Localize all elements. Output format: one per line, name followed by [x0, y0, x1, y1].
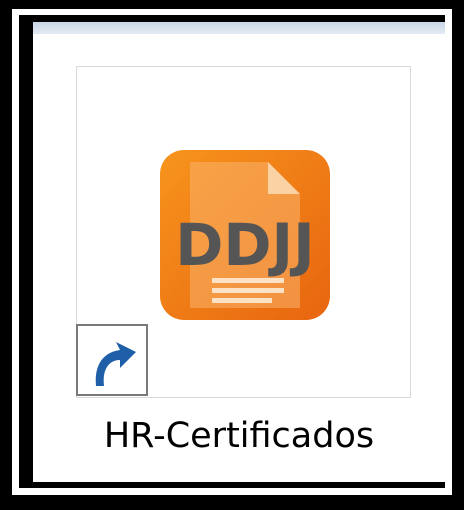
desktop-area: DDJJ HR-Certificados: [33, 22, 445, 482]
shortcut-label[interactable]: HR-Certificados: [33, 416, 445, 456]
shortcut-arrow-icon: [76, 324, 148, 396]
ddjj-document-app-icon[interactable]: DDJJ: [160, 150, 330, 320]
window-top-bar: [33, 22, 445, 34]
icon-text: DDJJ: [175, 211, 314, 279]
